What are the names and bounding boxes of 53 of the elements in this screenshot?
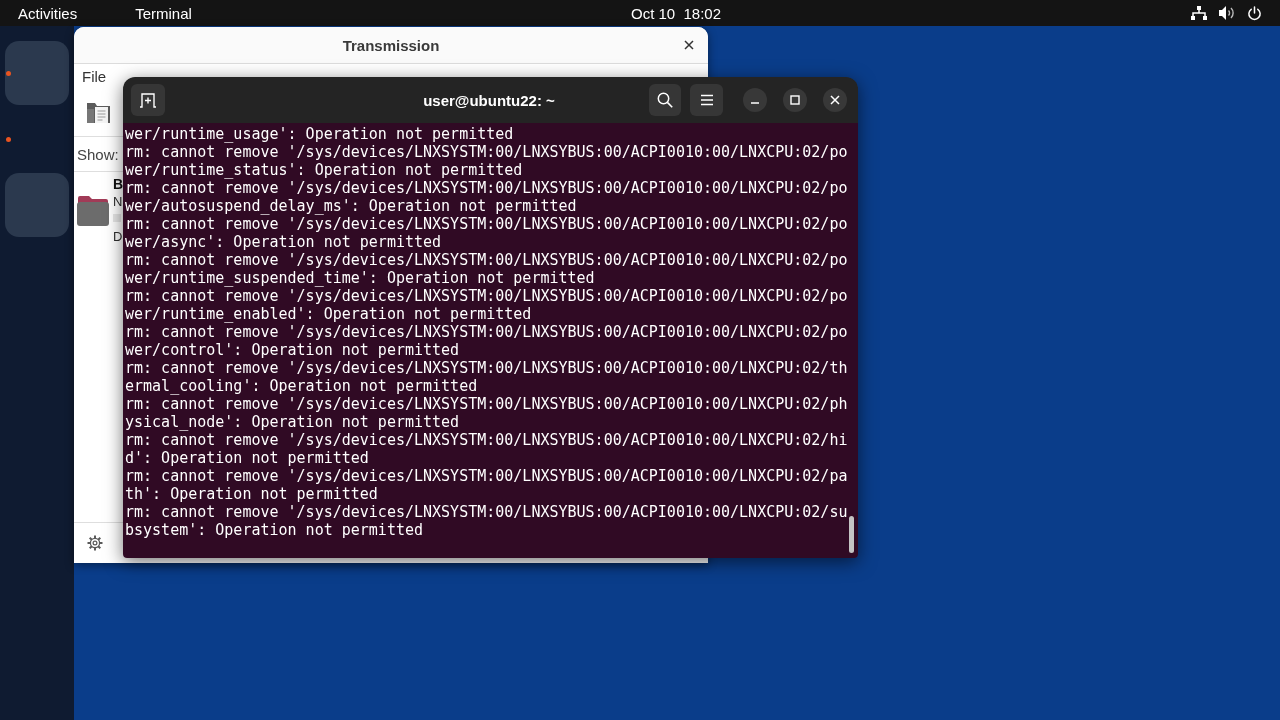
terminal-line: wer/async': Operation not permitted (125, 233, 442, 251)
close-icon (830, 95, 840, 105)
power-icon[interactable] (1247, 5, 1262, 21)
terminal-line: wer/runtime_enabled': Operation not permitted (125, 305, 532, 323)
settings-icon[interactable] (87, 535, 103, 551)
tab-plus-icon (139, 92, 157, 108)
terminal-line: rm: cannot remove '/sys/devices/LNXSYSTM:00/LNXSYBUS:00/ACPI0010:00/LNXCPU:02/po (125, 287, 848, 305)
menu-icon (699, 94, 714, 106)
terminal-line: th': Operation not permitted (125, 485, 378, 503)
clock[interactable]: Oct 10 18:02 (630, 4, 722, 22)
search-icon (657, 92, 673, 108)
terminal-line: rm: cannot remove '/sys/devices/LNXSYSTM:00/LNXSYBUS:00/ACPI0010:00/LNXCPU:02/su (125, 503, 848, 521)
filter-label: Show: (77, 145, 119, 163)
close-icon[interactable] (684, 40, 694, 50)
menu-button[interactable] (690, 84, 723, 116)
search-button[interactable] (649, 84, 681, 116)
app-menu[interactable]: Terminal (135, 4, 192, 22)
window-title: user@ubuntu22: ~ (423, 91, 555, 109)
minimize-icon (750, 102, 760, 104)
terminal-line: wer/runtime_status': Operation not permitted (125, 161, 523, 179)
terminal-line: wer/autosuspend_delay_ms': Operation not permitted (125, 197, 577, 215)
terminal-line: ermal_cooling': Operation not permitted (125, 377, 478, 395)
minimize-button[interactable] (743, 88, 767, 112)
activities-button[interactable]: Activities (18, 4, 78, 22)
torrent-name: B (113, 175, 124, 193)
terminal-line: rm: cannot remove '/sys/devices/LNXSYSTM:00/LNXSYBUS:00/ACPI0010:00/LNXCPU:02/th (125, 359, 848, 377)
progress-track (113, 214, 121, 222)
volume-icon[interactable] (1219, 6, 1235, 20)
network-icon[interactable] (1191, 6, 1207, 20)
terminal-line: rm: cannot remove '/sys/devices/LNXSYSTM:00/LNXSYBUS:00/ACPI0010:00/LNXCPU:02/hi (125, 431, 848, 449)
terminal-line: rm: cannot remove '/sys/devices/LNXSYSTM:00/LNXSYBUS:00/ACPI0010:00/LNXCPU:02/po (125, 215, 848, 233)
terminal-line: rm: cannot remove '/sys/devices/LNXSYSTM:00/LNXSYBUS:00/ACPI0010:00/LNXCPU:02/po (125, 251, 848, 269)
terminal-line: wer/control': Operation not permitted (125, 341, 460, 359)
terminal-line: wer/runtime_usage': Operation not permitted (125, 125, 514, 143)
terminal-line: rm: cannot remove '/sys/devices/LNXSYSTM:00/LNXSYBUS:00/ACPI0010:00/LNXCPU:02/pa (125, 467, 848, 485)
window-title: Transmission (342, 36, 440, 54)
terminal-line: rm: cannot remove '/sys/devices/LNXSYSTM:00/LNXSYBUS:00/ACPI0010:00/LNXCPU:02/po (125, 179, 848, 197)
terminal-line: rm: cannot remove '/sys/devices/LNXSYSTM:00/LNXSYBUS:00/ACPI0010:00/LNXCPU:02/po (125, 323, 848, 341)
scrollbar[interactable] (849, 516, 854, 553)
maximize-button[interactable] (783, 88, 807, 112)
terminal-line: ysical_node': Operation not permitted (125, 413, 460, 431)
terminal-line: d': Operation not permitted (125, 449, 369, 467)
menu-item[interactable]: File (82, 67, 107, 85)
terminal-line: rm: cannot remove '/sys/devices/LNXSYSTM:00/LNXSYBUS:00/ACPI0010:00/LNXCPU:02/ph (125, 395, 848, 413)
folder-icon (77, 195, 109, 226)
terminal-line: bsystem': Operation not permitted (125, 521, 423, 539)
torrent-status: N (113, 193, 123, 211)
terminal-line: rm: cannot remove '/sys/devices/LNXSYSTM:00/LNXSYBUS:00/ACPI0010:00/LNXCPU:02/po (125, 143, 848, 161)
terminal-line: wer/runtime_suspended_time': Operation not permitted (125, 269, 595, 287)
new-tab-button[interactable] (131, 84, 165, 116)
maximize-icon (790, 95, 800, 105)
torrent-details: D (113, 228, 123, 246)
close-button[interactable] (823, 88, 847, 112)
